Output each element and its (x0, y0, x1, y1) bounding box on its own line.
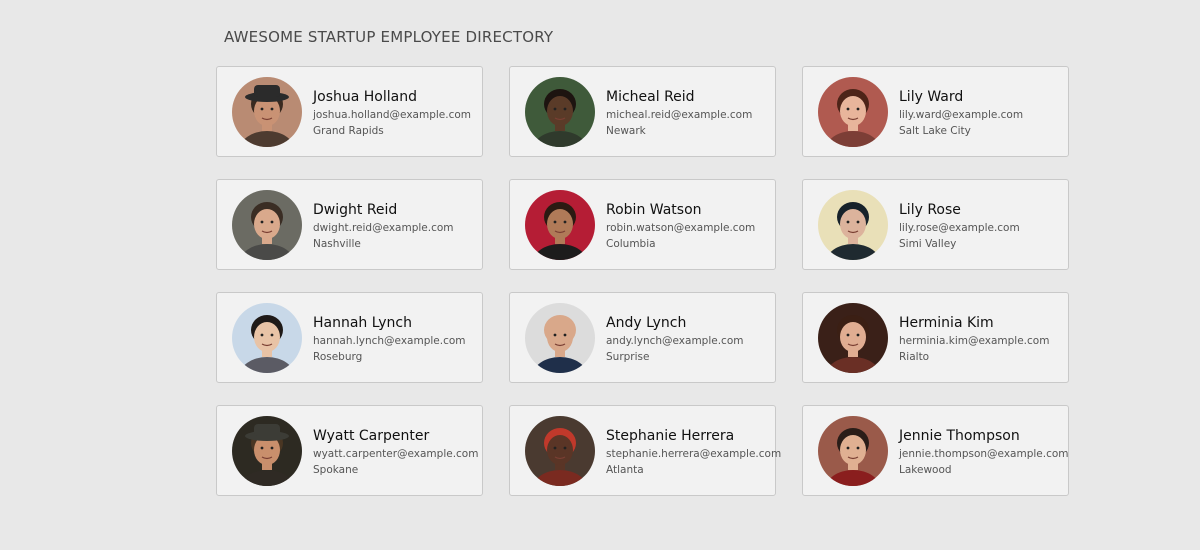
employee-name: Wyatt Carpenter (313, 428, 430, 444)
employee-card[interactable]: Robin Watson robin.watson@example.com Co… (509, 179, 776, 270)
employee-info: Robin Watson robin.watson@example.com Co… (606, 201, 755, 252)
employee-name: Hannah Lynch (313, 315, 412, 331)
employee-card[interactable]: Jennie Thompson jennie.thompson@example.… (802, 405, 1069, 496)
employee-info: Lily Ward lily.ward@example.com Salt Lak… (899, 88, 1023, 139)
employee-card[interactable]: Hannah Lynch hannah.lynch@example.com Ro… (216, 292, 483, 383)
employee-email: andy.lynch@example.com (606, 335, 744, 347)
employee-photo (525, 302, 595, 373)
employee-photo (232, 415, 302, 486)
employee-email: joshua.holland@example.com (313, 109, 472, 121)
employee-avatar (818, 302, 888, 373)
employee-name: Dwight Reid (313, 202, 398, 218)
employee-photo (525, 415, 595, 486)
employee-name: Herminia Kim (899, 315, 994, 331)
employee-avatar (818, 76, 888, 147)
employee-card[interactable]: Andy Lynch andy.lynch@example.com Surpri… (509, 292, 776, 383)
employee-avatar (525, 76, 595, 147)
employee-photo (818, 76, 888, 147)
employee-info: Wyatt Carpenter wyatt.carpenter@example.… (313, 427, 478, 478)
employee-avatar (525, 415, 595, 486)
employee-avatar (232, 415, 302, 486)
employee-email: hannah.lynch@example.com (313, 335, 466, 347)
employee-email: micheal.reid@example.com (606, 109, 753, 121)
employee-city: Salt Lake City (899, 125, 971, 137)
employee-name: Robin Watson (606, 202, 702, 218)
employee-email: lily.ward@example.com (899, 109, 1024, 121)
employee-photo (232, 189, 302, 260)
employee-photo (818, 415, 888, 486)
employee-city: Grand Rapids (313, 125, 384, 137)
employee-city: Rialto (899, 351, 930, 363)
employee-avatar (232, 76, 302, 147)
employee-avatar (232, 189, 302, 260)
employee-city: Surprise (606, 351, 650, 363)
employee-email: robin.watson@example.com (606, 222, 756, 234)
employee-card[interactable]: Dwight Reid dwight.reid@example.com Nash… (216, 179, 483, 270)
employee-info: Lily Rose lily.rose@example.com Simi Val… (899, 201, 1020, 252)
employee-avatar (525, 189, 595, 260)
employee-email: herminia.kim@example.com (899, 335, 1050, 347)
employee-gallery: Joshua Holland joshua.holland@example.co… (216, 66, 1069, 496)
employee-photo (525, 189, 595, 260)
employee-city: Nashville (313, 238, 361, 250)
employee-info: Jennie Thompson jennie.thompson@example.… (899, 427, 1069, 478)
employee-photo (818, 302, 888, 373)
employee-info: Andy Lynch andy.lynch@example.com Surpri… (606, 314, 743, 365)
employee-city: Columbia (606, 238, 656, 250)
employee-email: jennie.thompson@example.com (899, 448, 1069, 460)
employee-card[interactable]: Stephanie Herrera stephanie.herrera@exam… (509, 405, 782, 496)
employee-name: Andy Lynch (606, 315, 687, 331)
employee-name: Jennie Thompson (899, 428, 1020, 444)
employee-card[interactable]: Lily Rose lily.rose@example.com Simi Val… (802, 179, 1069, 270)
employee-name: Stephanie Herrera (606, 428, 735, 444)
employee-email: stephanie.herrera@example.com (606, 448, 782, 460)
employee-info: Stephanie Herrera stephanie.herrera@exam… (606, 427, 782, 478)
employee-card[interactable]: Joshua Holland joshua.holland@example.co… (216, 66, 483, 157)
employee-info: Herminia Kim herminia.kim@example.com Ri… (899, 314, 1049, 365)
employee-card[interactable]: Lily Ward lily.ward@example.com Salt Lak… (802, 66, 1069, 157)
employee-email: dwight.reid@example.com (313, 222, 454, 234)
employee-city: Simi Valley (899, 238, 957, 250)
employee-info: Dwight Reid dwight.reid@example.com Nash… (313, 201, 454, 252)
employee-info: Joshua Holland joshua.holland@example.co… (313, 88, 471, 139)
employee-city: Atlanta (606, 464, 644, 476)
employee-name: Lily Rose (899, 202, 961, 218)
employee-name: Lily Ward (899, 89, 964, 105)
employee-info: Micheal Reid micheal.reid@example.com Ne… (606, 88, 752, 139)
employee-avatar (232, 302, 302, 373)
employee-photo (818, 189, 888, 260)
employee-card[interactable]: Herminia Kim herminia.kim@example.com Ri… (802, 292, 1069, 383)
employee-card[interactable]: Wyatt Carpenter wyatt.carpenter@example.… (216, 405, 483, 496)
employee-name: Joshua Holland (313, 89, 417, 105)
employee-city: Roseburg (313, 351, 363, 363)
employee-avatar (525, 302, 595, 373)
employee-photo (232, 76, 302, 147)
employee-info: Hannah Lynch hannah.lynch@example.com Ro… (313, 314, 466, 365)
employee-photo (232, 302, 302, 373)
employee-avatar (818, 415, 888, 486)
employee-card[interactable]: Micheal Reid micheal.reid@example.com Ne… (509, 66, 776, 157)
employee-avatar (818, 189, 888, 260)
employee-city: Newark (606, 125, 646, 137)
page-title: AWESOME STARTUP EMPLOYEE DIRECTORY (224, 28, 554, 46)
employee-email: wyatt.carpenter@example.com (313, 448, 479, 460)
employee-city: Spokane (313, 464, 359, 476)
employee-photo (525, 76, 595, 147)
employee-name: Micheal Reid (606, 89, 695, 105)
employee-city: Lakewood (899, 464, 952, 476)
employee-email: lily.rose@example.com (899, 222, 1020, 234)
